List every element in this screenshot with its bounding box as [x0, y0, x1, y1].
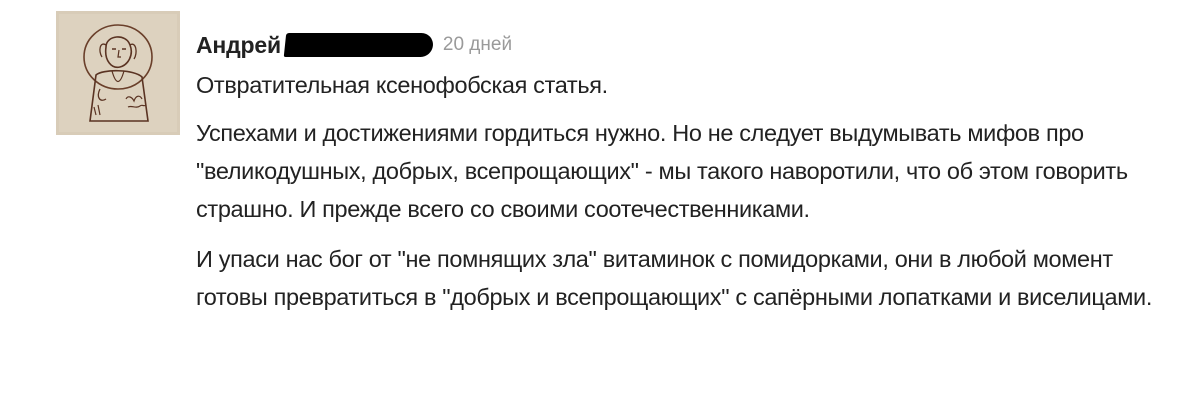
comment-paragraph: Отвратительная ксенофобская статья.: [196, 72, 608, 98]
comment-paragraph: Успехами и достижениями гордиться нужно.…: [196, 120, 1128, 222]
comment-timestamp[interactable]: 20 дней: [443, 34, 512, 56]
comment: Андрей 20 дней Отвратительная ксенофобск…: [0, 0, 1200, 402]
comment-paragraph: И упаси нас бог от "не помнящих зла" вит…: [196, 246, 1153, 310]
comment-body: Отвратительная ксенофобская статья. Успе…: [196, 66, 1176, 316]
redacted-surname: [283, 33, 435, 57]
comment-header: Андрей 20 дней: [196, 28, 512, 62]
user-avatar[interactable]: [56, 11, 180, 135]
author-name[interactable]: Андрей: [196, 32, 281, 59]
portrait-sketch-icon: [56, 11, 180, 135]
